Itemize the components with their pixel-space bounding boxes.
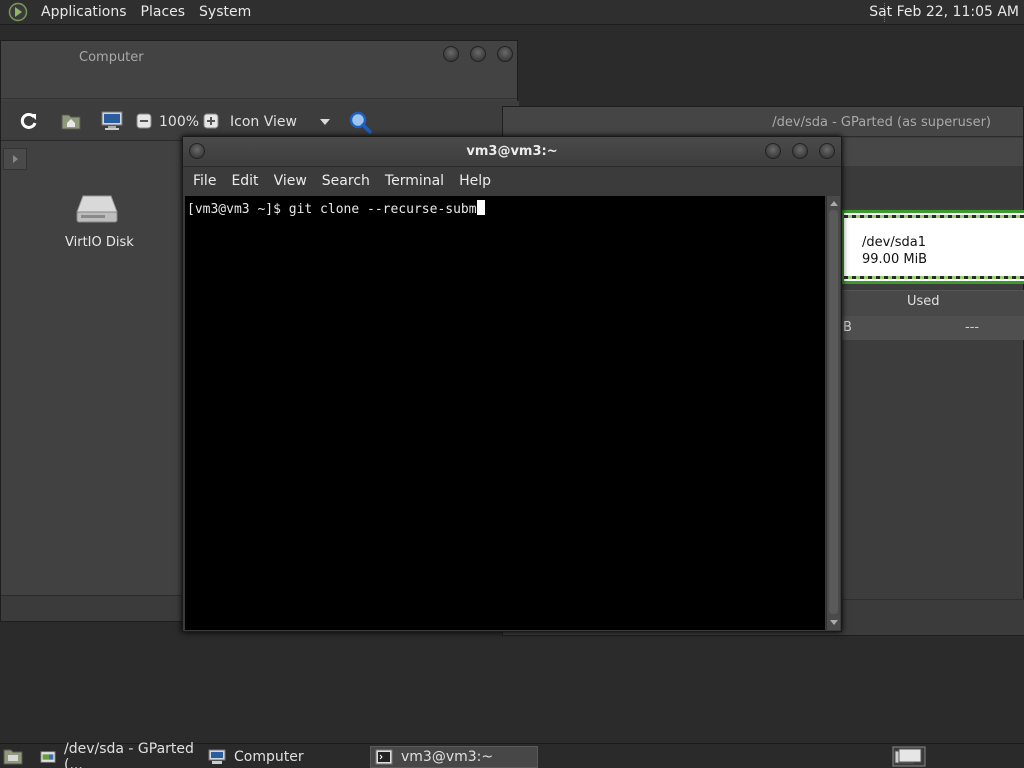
cell-size: B <box>843 320 852 335</box>
task-label: /dev/sda - GParted (... <box>63 741 194 768</box>
file-manager-toolbar: 100% Icon View <box>1 101 519 141</box>
menu-search[interactable]: Search <box>315 173 377 189</box>
top-panel: Applications Places System Sat Feb 22, 1… <box>0 0 1024 25</box>
command-line[interactable]: [vm3@vm3 ~]$ git clone --recurse-subm <box>187 200 485 217</box>
bottom-panel: /dev/sda - GParted (... Computer vm3@vm3… <box>0 741 1024 768</box>
terminal-menubar: File Edit View Search Terminal Help <box>183 167 841 195</box>
terminal-window: vm3@vm3:~ File Edit View Search Terminal… <box>182 136 842 632</box>
gparted-app-icon <box>40 751 56 763</box>
zoom-level[interactable]: 100% <box>159 114 199 130</box>
item-label: VirtIO Disk <box>65 235 134 250</box>
window-title: /dev/sda - GParted (as superuser) <box>772 115 991 130</box>
partition-border <box>844 215 1024 218</box>
scroll-up-icon[interactable] <box>830 201 838 206</box>
window-title: vm3@vm3:~ <box>466 144 558 159</box>
view-mode-select[interactable]: Icon View <box>230 114 297 130</box>
clock[interactable]: Sat Feb 22, 11:05 AM <box>869 4 1019 20</box>
drive-harddisk-icon[interactable] <box>75 194 119 224</box>
menu-edit[interactable]: Edit <box>224 173 265 189</box>
computer-icon <box>208 749 226 764</box>
scroll-down-icon[interactable] <box>830 620 838 625</box>
menu-file[interactable]: File <box>186 173 223 189</box>
task-label: Computer <box>234 749 304 765</box>
taskbar-item-terminal[interactable]: vm3@vm3:~ <box>370 746 538 768</box>
terminal-titlebar[interactable]: vm3@vm3:~ <box>183 137 841 167</box>
menu-view[interactable]: View <box>267 173 314 189</box>
places-menu[interactable]: Places <box>134 4 193 20</box>
maximize-button[interactable] <box>470 46 486 62</box>
gparted-titlebar[interactable]: /dev/sda - GParted (as superuser) <box>503 107 1023 137</box>
terminal-scrollbar[interactable] <box>826 196 840 630</box>
menu-help[interactable]: Help <box>452 173 498 189</box>
terminal-icon <box>375 749 393 765</box>
menu-terminal[interactable]: Terminal <box>378 173 451 189</box>
cell-used: --- <box>965 320 980 335</box>
home-folder-icon[interactable] <box>61 112 81 130</box>
applications-menu[interactable]: Applications <box>34 4 134 20</box>
search-icon[interactable] <box>348 110 372 134</box>
chevron-down-icon[interactable] <box>320 119 330 125</box>
main-menu-logo-icon[interactable] <box>8 2 28 22</box>
workspace-switcher-icon[interactable] <box>892 746 926 767</box>
show-desktop-icon[interactable] <box>3 747 23 765</box>
partition-size: 99.00 MiB <box>862 252 928 267</box>
minimize-button[interactable] <box>443 46 459 62</box>
partition-graphic[interactable]: /dev/sda1 99.00 MiB <box>841 210 1024 284</box>
terminal-screen[interactable]: [vm3@vm3 ~]$ git clone --recurse-subm <box>185 196 825 630</box>
close-button[interactable] <box>819 143 835 159</box>
zoom-in-icon[interactable] <box>203 113 219 129</box>
reload-icon[interactable] <box>19 111 39 131</box>
partition-border <box>844 276 1024 279</box>
window-title: Computer <box>79 50 144 65</box>
minimize-button[interactable] <box>765 143 781 159</box>
zoom-out-icon[interactable] <box>136 113 152 129</box>
scrollbar-thumb[interactable] <box>829 210 838 614</box>
computer-titlebar[interactable]: Computer <box>1 41 517 99</box>
system-menu[interactable]: System <box>192 4 258 20</box>
table-row[interactable] <box>841 316 1024 340</box>
maximize-button[interactable] <box>792 143 808 159</box>
column-header-used[interactable]: Used <box>907 294 940 309</box>
computer-icon[interactable] <box>101 111 123 131</box>
command-text: [vm3@vm3 ~]$ git clone --recurse-subm <box>187 202 477 217</box>
task-label: vm3@vm3:~ <box>401 749 494 765</box>
statusbar <box>841 599 1024 635</box>
taskbar-item-gparted[interactable]: /dev/sda - GParted (... <box>36 741 200 768</box>
sidebar-toggle[interactable] <box>3 148 27 170</box>
close-button[interactable] <box>497 46 513 62</box>
partition-name: /dev/sda1 <box>862 235 926 250</box>
taskbar-item-computer[interactable]: Computer <box>204 746 364 768</box>
text-cursor <box>476 200 485 215</box>
